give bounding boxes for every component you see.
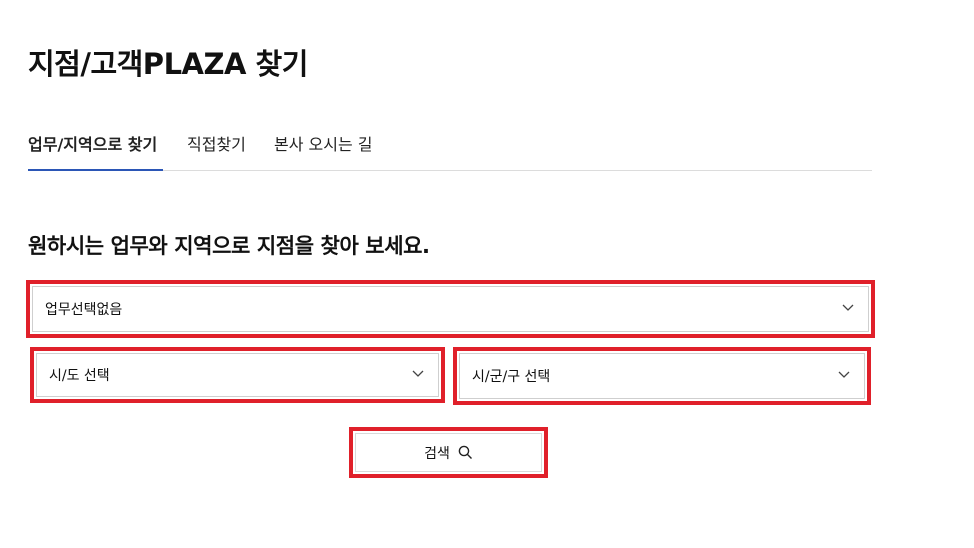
city-select[interactable]: 시/도 선택 (36, 353, 439, 397)
tab-bar: 업무/지역으로 찾기 직접찾기 본사 오시는 길 (28, 128, 872, 171)
search-button[interactable]: 검색 (355, 433, 542, 472)
business-select[interactable]: 업무선택없음 (32, 286, 869, 332)
branch-finder-page: 지점/고객PLAZA 찾기 업무/지역으로 찾기 직접찾기 본사 오시는 길 원… (0, 0, 974, 548)
business-select-value: 업무선택없음 (45, 302, 123, 318)
chevron-down-icon (412, 370, 424, 377)
search-heading: 원하시는 업무와 지역으로 지점을 찾아 보세요. (28, 234, 430, 258)
tab-direct-search[interactable]: 직접찾기 (187, 128, 246, 170)
chevron-down-icon (842, 304, 854, 311)
district-select-value: 시/군/구 선택 (472, 369, 551, 385)
search-button-label: 검색 (424, 445, 450, 462)
chevron-down-icon (838, 371, 850, 378)
district-select[interactable]: 시/군/구 선택 (459, 353, 865, 399)
search-icon (458, 445, 472, 459)
tab-headquarters-directions[interactable]: 본사 오시는 길 (274, 128, 373, 170)
page-title: 지점/고객PLAZA 찾기 (28, 47, 308, 81)
tab-business-region[interactable]: 업무/지역으로 찾기 (28, 128, 163, 171)
city-select-value: 시/도 선택 (49, 368, 110, 384)
